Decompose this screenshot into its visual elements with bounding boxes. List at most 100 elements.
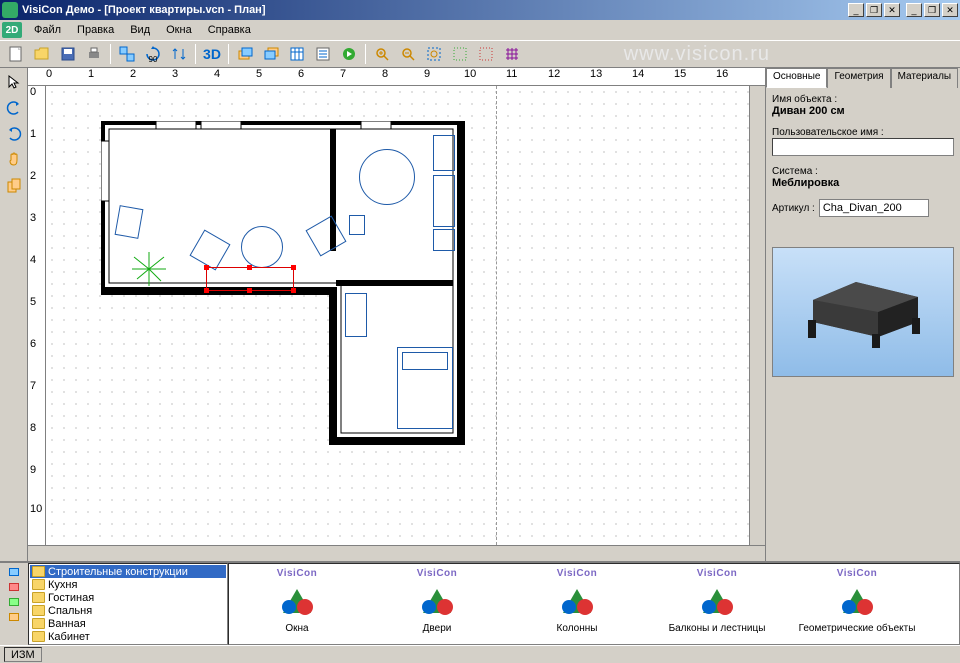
sku-input[interactable] — [819, 199, 929, 217]
layer1-button[interactable] — [233, 43, 257, 65]
select-tool[interactable] — [2, 70, 26, 94]
folder-icon — [32, 605, 45, 616]
bed[interactable] — [397, 347, 453, 429]
snap2-button[interactable] — [474, 43, 498, 65]
toolbar-separator — [365, 44, 366, 64]
grid-button[interactable] — [500, 43, 524, 65]
rotate-button[interactable]: 90 — [141, 43, 165, 65]
lib-thumb — [272, 581, 322, 621]
restore-button[interactable]: ❐ — [924, 3, 940, 17]
tree-item-construction[interactable]: Строительные конструкции — [30, 565, 226, 578]
libmode-4[interactable] — [2, 610, 26, 624]
cabinet-2[interactable] — [433, 175, 455, 227]
main-area: 012345678910111213141516 012345678910 — [0, 68, 960, 561]
libmode-2[interactable] — [2, 580, 26, 594]
lib-thumb — [412, 581, 462, 621]
folder-icon — [32, 592, 45, 603]
zoomout-button[interactable] — [396, 43, 420, 65]
canvas-container: 012345678910111213141516 012345678910 — [28, 68, 765, 561]
round-table[interactable] — [241, 226, 283, 268]
cabinet-3[interactable] — [433, 229, 455, 251]
minimize-child-button[interactable]: _ — [848, 3, 864, 17]
toolbar-separator — [110, 44, 111, 64]
group-button[interactable] — [115, 43, 139, 65]
tab-geometry[interactable]: Геометрия — [827, 68, 890, 88]
libmode-3[interactable] — [2, 595, 26, 609]
print-button[interactable] — [82, 43, 106, 65]
floorplan-canvas[interactable] — [46, 86, 749, 545]
sofa-selected[interactable] — [206, 267, 294, 291]
wardrobe[interactable] — [345, 293, 367, 337]
watermark: www.visicon.ru — [624, 43, 770, 66]
lib-item-geometry[interactable]: VisiCon Геометрические объекты — [797, 568, 917, 640]
tree-item-hall[interactable]: Холл — [30, 643, 226, 645]
menu-help[interactable]: Справка — [200, 22, 259, 38]
hand-tool[interactable] — [2, 148, 26, 172]
folder-icon — [32, 566, 45, 577]
library-modes — [0, 563, 28, 645]
layer2-button[interactable] — [259, 43, 283, 65]
window-title: VisiCon Демо - [Проект квартиры.vcn - Пл… — [22, 4, 848, 16]
scrollbar-vertical[interactable] — [749, 86, 765, 545]
lib-item-doors[interactable]: VisiCon Двери — [377, 568, 497, 640]
lib-thumb — [832, 581, 882, 621]
tab-materials[interactable]: Материалы — [891, 68, 959, 88]
open-button[interactable] — [30, 43, 54, 65]
system-value: Меблировка — [772, 177, 954, 189]
properties-tabs: Основные Геометрия Материалы — [766, 68, 960, 88]
scrollbar-horizontal[interactable] — [28, 545, 765, 561]
library-panel: Строительные конструкции Кухня Гостиная … — [0, 561, 960, 645]
toolbar: 90 3D www.visicon.ru — [0, 40, 960, 68]
statusbar: ИЗМ — [0, 645, 960, 663]
tree-item-living[interactable]: Гостиная — [30, 591, 226, 604]
zoomfit-button[interactable] — [422, 43, 446, 65]
snap1-button[interactable] — [448, 43, 472, 65]
close-button[interactable]: ✕ — [942, 3, 958, 17]
lib-item-balconies[interactable]: VisiCon Балконы и лестницы — [657, 568, 777, 640]
window-buttons-child: _ ❐ ✕ — [848, 3, 900, 17]
user-name-input[interactable] — [772, 138, 954, 156]
play-button[interactable] — [337, 43, 361, 65]
libmode-1[interactable] — [2, 565, 26, 579]
lib-item-columns[interactable]: VisiCon Колонны — [517, 568, 637, 640]
menu-edit[interactable]: Правка — [69, 22, 122, 38]
library-items: VisiCon Окна VisiCon Двери VisiCon Колон… — [228, 563, 960, 645]
properties-panel: Основные Геометрия Материалы Имя объекта… — [765, 68, 960, 561]
cabinet-1[interactable] — [433, 135, 455, 171]
folder-icon — [32, 631, 45, 642]
chair-dining[interactable] — [349, 215, 365, 235]
close-child-button[interactable]: ✕ — [884, 3, 900, 17]
redo-tool[interactable] — [2, 122, 26, 146]
dining-table[interactable] — [359, 149, 415, 205]
flip-button[interactable] — [167, 43, 191, 65]
tree-item-office[interactable]: Кабинет — [30, 630, 226, 643]
library-tree[interactable]: Строительные конструкции Кухня Гостиная … — [28, 563, 228, 645]
menubar: 2D Файл Правка Вид Окна Справка — [0, 20, 960, 40]
tree-item-bedroom[interactable]: Спальня — [30, 604, 226, 617]
zoomin-button[interactable] — [370, 43, 394, 65]
undo-tool[interactable] — [2, 96, 26, 120]
lib-thumb — [692, 581, 742, 621]
menu-file[interactable]: Файл — [26, 22, 69, 38]
properties-body: Имя объекта : Диван 200 см Пользовательс… — [766, 88, 960, 561]
tab-main[interactable]: Основные — [766, 68, 827, 88]
object-preview — [772, 247, 954, 377]
tree-item-bathroom[interactable]: Ванная — [30, 617, 226, 630]
mode-2d-badge[interactable]: 2D — [2, 22, 22, 38]
menu-view[interactable]: Вид — [122, 22, 158, 38]
minimize-button[interactable]: _ — [906, 3, 922, 17]
plant[interactable] — [129, 249, 169, 289]
list-button[interactable] — [311, 43, 335, 65]
calendar-button[interactable] — [285, 43, 309, 65]
menu-windows[interactable]: Окна — [158, 22, 200, 38]
restore-child-button[interactable]: ❐ — [866, 3, 882, 17]
armchair-1[interactable] — [115, 205, 144, 239]
tree-item-kitchen[interactable]: Кухня — [30, 578, 226, 591]
window-buttons: _ ❐ ✕ — [906, 3, 958, 17]
3d-button[interactable]: 3D — [200, 43, 224, 65]
toolbar-separator — [228, 44, 229, 64]
new-button[interactable] — [4, 43, 28, 65]
clone-tool[interactable] — [2, 174, 26, 198]
lib-item-windows[interactable]: VisiCon Окна — [237, 568, 357, 640]
save-button[interactable] — [56, 43, 80, 65]
